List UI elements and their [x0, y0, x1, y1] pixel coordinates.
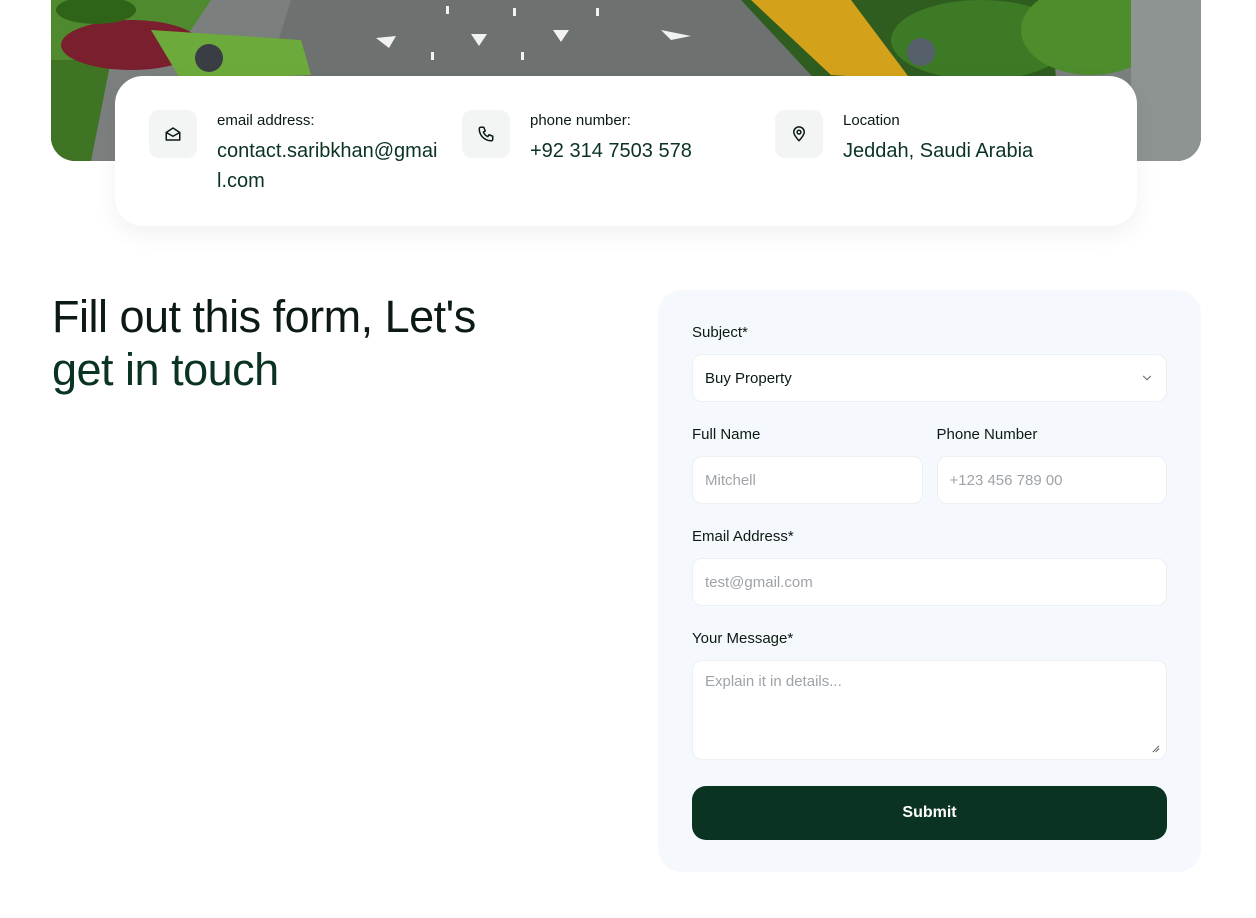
contact-location: Location Jeddah, Saudi Arabia	[775, 110, 1103, 226]
contact-phone: phone number: +92 314 7503 578	[462, 110, 775, 226]
contact-info-card: email address: contact.saribkhan@gmail.c…	[115, 76, 1137, 226]
heading-line-1: Fill out this form, Let's	[52, 291, 476, 342]
full-name-placeholder: Mitchell	[705, 471, 756, 489]
full-name-label: Full Name	[692, 426, 761, 443]
heading-line-2: get in touch	[52, 344, 279, 395]
phone-number-label: Phone Number	[936, 426, 1038, 443]
message-textarea[interactable]: Explain it in details...	[692, 660, 1167, 760]
contact-form: Subject* Buy Property Full Name Mitchell…	[658, 290, 1201, 872]
subject-field: Subject* Buy Property	[692, 324, 1167, 402]
resize-handle-icon[interactable]	[1151, 744, 1160, 753]
email-value[interactable]: contact.saribkhan@gmail.com	[217, 136, 447, 196]
chevron-down-icon	[1142, 375, 1152, 381]
submit-button[interactable]: Submit	[692, 786, 1167, 840]
phone-number-placeholder: +123 456 789 00	[949, 471, 1063, 489]
location-label: Location	[843, 112, 900, 129]
email-label: email address:	[217, 112, 315, 129]
location-value: Jeddah, Saudi Arabia	[843, 140, 1034, 162]
email-address-label: Email Address*	[692, 528, 794, 545]
message-placeholder: Explain it in details...	[705, 673, 842, 690]
full-name-field: Full Name Mitchell	[692, 426, 923, 504]
phone-number-input[interactable]: +123 456 789 00	[936, 456, 1167, 504]
subject-selected-value: Buy Property	[705, 369, 792, 387]
message-label: Your Message*	[692, 630, 794, 647]
contact-email: email address: contact.saribkhan@gmail.c…	[149, 110, 462, 226]
email-input[interactable]: test@gmail.com	[692, 558, 1167, 606]
phone-value[interactable]: +92 314 7503 578	[530, 136, 760, 166]
message-field: Your Message* Explain it in details...	[692, 630, 1167, 760]
subject-select[interactable]: Buy Property	[692, 354, 1167, 402]
page-heading: Fill out this form, Let's get in touch	[52, 290, 532, 396]
phone-number-field: Phone Number +123 456 789 00	[936, 426, 1167, 504]
email-field: Email Address* test@gmail.com	[692, 528, 1167, 606]
mail-open-icon	[149, 110, 197, 158]
location-pin-icon	[775, 110, 823, 158]
full-name-input[interactable]: Mitchell	[692, 456, 923, 504]
phone-label: phone number:	[530, 112, 631, 129]
email-placeholder: test@gmail.com	[705, 573, 813, 591]
phone-icon	[462, 110, 510, 158]
subject-label: Subject*	[692, 324, 748, 341]
